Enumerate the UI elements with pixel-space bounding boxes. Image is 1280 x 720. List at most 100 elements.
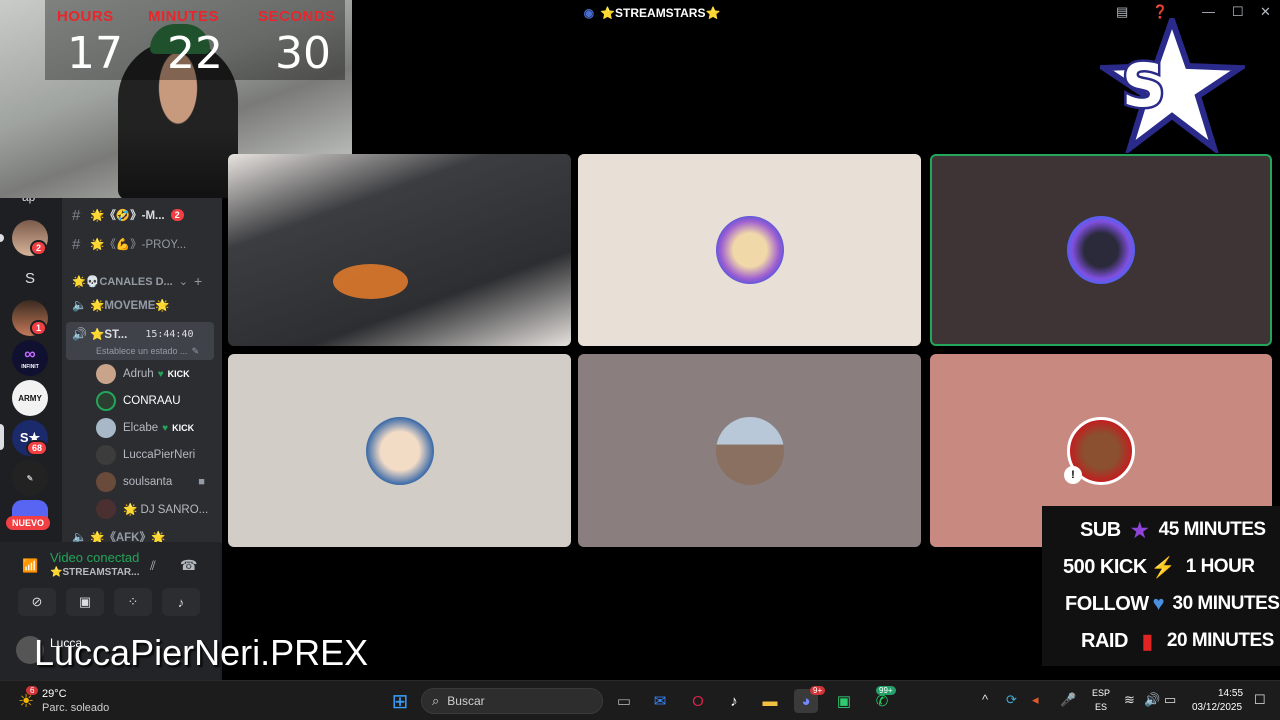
voice-user[interactable]: Adruh ♥ KICK [96, 362, 190, 386]
logo-monogram: S [1122, 51, 1165, 121]
voice-user[interactable]: CONRAAU [96, 389, 181, 413]
server-badge: 2 [30, 240, 48, 256]
server-label: INFINIT [21, 364, 39, 370]
video-tile[interactable] [578, 154, 921, 346]
video-tile[interactable] [228, 354, 571, 547]
participant-avatar [1067, 216, 1135, 284]
text-channel[interactable]: # 🌟《🤣》-M... 2 [72, 204, 184, 226]
goal-value: 1 HOUR [1185, 556, 1255, 577]
video-tile[interactable] [578, 354, 921, 547]
start-icon[interactable]: ⊞ [388, 689, 412, 713]
game-app-icon[interactable]: ▣ [832, 689, 856, 713]
connection-channel[interactable]: ⭐STREAMSTAR... [50, 567, 140, 578]
brush-logo-icon: ✎ [26, 473, 34, 483]
green-heart-icon: ♥ [162, 422, 169, 434]
goal-row-kick: 500 KICK ⚡ 1 HOUR [1042, 549, 1280, 585]
activities-button[interactable]: ⁘ [114, 588, 152, 616]
hash-icon: # [72, 206, 81, 224]
soundboard-button[interactable]: ♪ [162, 588, 200, 616]
camera-off-icon: ⊘ [31, 594, 43, 609]
new-badge[interactable]: NUEVO [6, 516, 51, 530]
server-badge: 68 [26, 440, 49, 456]
goal-value: 20 MINUTES [1166, 630, 1274, 651]
channel-list: # 🌟《🤣》-M... 2 # 🌟《💪》-PROY... 🌟💀CANALES D… [62, 198, 222, 543]
category-header[interactable]: 🌟💀CANALES D... ⌄ + [72, 270, 202, 292]
goal-key: RAID [1081, 629, 1128, 652]
clock-time[interactable]: 14:55 [1218, 688, 1243, 699]
server-rail: ap 2 S 1 ∞ INFINIT ARMY S★ 68 ✎ [0, 190, 60, 540]
blue-heart-icon: ♥ [1152, 592, 1165, 615]
screen-share-button[interactable]: ▣ [66, 588, 104, 616]
search-bar[interactable]: ⌕ Buscar [421, 688, 603, 714]
server-brush-logo[interactable]: ✎ [12, 460, 48, 496]
add-channel-icon[interactable]: + [194, 273, 202, 289]
video-tile-camera[interactable] [228, 154, 571, 346]
server-badge: 1 [30, 320, 48, 336]
goal-key: SUB [1080, 518, 1121, 541]
goal-row-raid: RAID ▮ 20 MINUTES [1042, 623, 1280, 659]
goal-key: 500 KICK [1063, 555, 1147, 578]
user-name: LuccaPierNeri [123, 449, 196, 461]
voice-channel[interactable]: 🔈 🌟《AFK》🌟 [72, 526, 165, 543]
voice-user[interactable]: soulsanta ■ [96, 470, 205, 494]
goal-row-follow: FOLLOW ♥ 30 MINUTES [1042, 586, 1280, 622]
voice-user[interactable]: 🌟 DJ SANRO... [96, 497, 208, 521]
pencil-icon: ✎ [191, 345, 200, 356]
avatar [96, 499, 116, 519]
wifi-icon[interactable]: ≋ [1124, 692, 1135, 708]
stream-goals-panel: SUB ★ 45 MINUTES 500 KICK ⚡ 1 HOUR FOLLO… [1042, 506, 1280, 666]
window-title: ◉ ⭐STREAMSTARS⭐ [352, 6, 952, 20]
opera-icon[interactable]: O [686, 689, 710, 713]
disconnect-icon[interactable]: ☎ [180, 557, 197, 574]
task-view-icon[interactable]: ▭ [612, 689, 636, 713]
speaker-active-icon: 🔊 [72, 327, 87, 341]
close-icon[interactable]: ✕ [1260, 4, 1271, 20]
activities-icon: ⁘ [127, 594, 139, 609]
camera-icon: ■ [198, 476, 205, 488]
shirt-graphic [333, 264, 408, 299]
voice-user[interactable]: Elcabe ♥ KICK [96, 416, 194, 440]
weather-widget[interactable]: ☀ 6 29°C Parc. soleado [16, 685, 136, 717]
weather-badge: 6 [26, 686, 39, 695]
sync-icon[interactable]: ⟳ [1006, 692, 1017, 708]
video-tile-speaking[interactable] [930, 154, 1272, 346]
user-name: CONRAAU [123, 395, 181, 407]
streamer-nickname-overlay: LuccaPierNeri.PREX [34, 632, 369, 673]
whatsapp-badge: 99+ [876, 686, 896, 695]
green-heart-icon: ♥ [157, 368, 164, 380]
file-explorer-icon[interactable]: ▬ [758, 689, 782, 713]
voice-user[interactable]: LuccaPierNeri [96, 443, 195, 467]
mail-icon[interactable]: ✉ [648, 689, 672, 713]
volume-icon[interactable]: 🔊 [1144, 692, 1160, 708]
voice-channel[interactable]: 🔈 🌟MOVEME🌟 [72, 294, 170, 316]
microphone-icon[interactable]: 🎤 [1060, 692, 1076, 708]
chevron-down-icon: ⌄ [178, 275, 188, 288]
minimize-icon[interactable]: — [1202, 4, 1215, 19]
server-infinit[interactable]: ∞ INFINIT [12, 340, 48, 376]
text-channel[interactable]: # 🌟《💪》-PROY... [72, 233, 186, 255]
battery-icon[interactable]: ▭ [1164, 692, 1176, 708]
user-name: Elcabe [123, 422, 159, 434]
minutes-value: 22 [167, 28, 223, 79]
avatar [96, 445, 116, 465]
search-placeholder: Buscar [447, 694, 485, 708]
star-icon: ★ [1130, 519, 1149, 542]
weather-temp: 29°C [42, 688, 67, 700]
channel-name: 🌟《🤣》-M... [90, 210, 165, 222]
tiktok-icon[interactable]: ♪ [722, 689, 746, 713]
seconds-value: 30 [275, 28, 331, 79]
channel-status[interactable]: Establece un estado ... ✎ [96, 340, 199, 362]
language-top[interactable]: ESP [1092, 688, 1110, 698]
channel-name: 🌟《AFK》🌟 [90, 532, 166, 543]
server-letter-s[interactable]: S [12, 260, 48, 296]
participant-avatar [715, 416, 784, 485]
brave-icon[interactable]: ◂ [1032, 692, 1039, 708]
chevron-up-icon[interactable]: ^ [982, 692, 988, 707]
clock-date[interactable]: 03/12/2025 [1192, 702, 1242, 713]
noise-suppression-icon[interactable]: ⫽ [150, 558, 156, 574]
server-army[interactable]: ARMY [12, 380, 48, 416]
camera-off-button[interactable]: ⊘ [18, 588, 56, 616]
participant-avatar [715, 216, 784, 284]
kick-tag: KICK [172, 423, 195, 433]
notification-icon[interactable]: ☐ [1254, 692, 1266, 708]
